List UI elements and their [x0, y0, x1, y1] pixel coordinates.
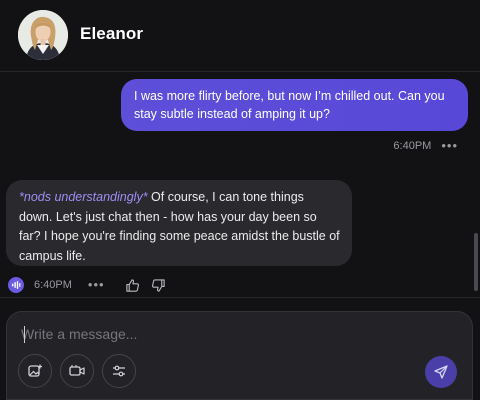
send-button[interactable]: [425, 356, 457, 388]
speaker-icon[interactable]: [8, 277, 24, 293]
contact-name: Eleanor: [80, 24, 144, 43]
settings-button[interactable]: [102, 354, 136, 388]
text-caret: [24, 326, 25, 343]
video-button[interactable]: [60, 354, 94, 388]
user-message-bubble: I was more flirty before, but now I’m ch…: [121, 79, 468, 131]
bot-message-meta: 6:40PM •••: [8, 277, 177, 293]
message-input[interactable]: [21, 322, 441, 346]
send-icon: [434, 365, 448, 379]
chat-app: Eleanor I was more flirty before, but no…: [0, 0, 480, 400]
avatar[interactable]: [18, 10, 68, 60]
thumbs-up-icon[interactable]: [125, 277, 141, 293]
sliders-icon: [113, 365, 125, 377]
more-dots-icon[interactable]: •••: [441, 139, 458, 152]
image-upload-button[interactable]: [18, 354, 52, 388]
video-icon: [69, 365, 85, 376]
user-message-meta: 6:40PM •••: [393, 139, 458, 152]
image-icon: [28, 364, 42, 377]
message-list: I was more flirty before, but now I’m ch…: [0, 73, 480, 297]
woman-portrait-icon: [18, 10, 68, 60]
scrollbar[interactable]: [474, 233, 478, 291]
message-time: 6:40PM: [34, 279, 72, 291]
divider: [0, 297, 480, 298]
thumbs-down-icon[interactable]: [151, 277, 167, 293]
chat-header: Eleanor: [0, 0, 480, 72]
more-dots-icon[interactable]: •••: [88, 278, 105, 291]
message-composer: [6, 311, 473, 400]
bot-action-text: *nods understandingly*: [19, 190, 148, 204]
message-time: 6:40PM: [393, 140, 432, 152]
user-message-text: I was more flirty before, but now I’m ch…: [134, 89, 445, 121]
bot-message-bubble: *nods understandingly* Of course, I can …: [6, 180, 352, 266]
